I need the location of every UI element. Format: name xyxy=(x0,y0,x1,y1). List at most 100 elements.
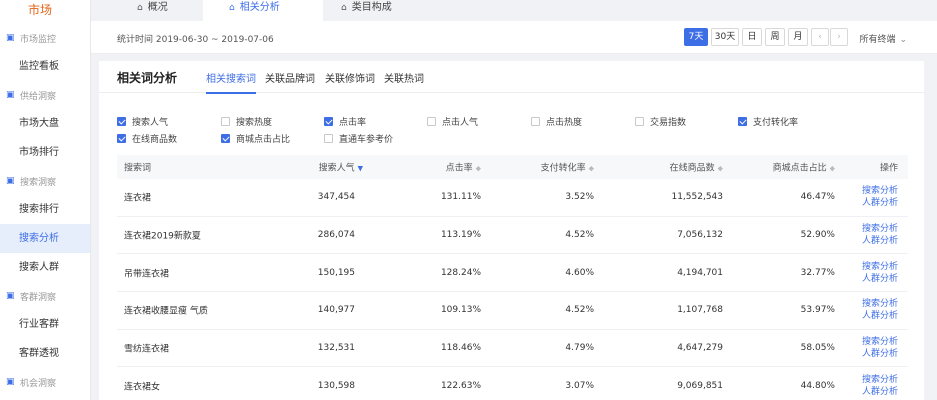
column-header[interactable]: 支付转化率 ◆ xyxy=(541,161,594,174)
date-range-label: 统计时间 2019-06-30 ~ 2019-07-06 xyxy=(117,35,274,45)
terminal-select[interactable]: 所有终端 ⌄ xyxy=(859,32,907,45)
row-actions: 搜索分析 人群分析 xyxy=(862,336,898,360)
sidebar-item[interactable]: 市场大盘 xyxy=(0,109,90,138)
sort-icon[interactable]: ◆ xyxy=(718,165,723,173)
opportunity-icon: ▣ xyxy=(6,376,15,387)
metric-cell: 131.11% xyxy=(440,192,481,203)
metric-cell: 44.80% xyxy=(800,380,835,391)
metric-checkbox[interactable]: 在线商品数 xyxy=(117,132,177,145)
checkbox-box xyxy=(221,134,230,143)
crowd-analysis-link[interactable]: 人群分析 xyxy=(862,310,898,322)
tab-related-modifier-words[interactable]: 关联修饰词 xyxy=(325,70,375,92)
home-icon: ⌂ xyxy=(229,3,235,13)
sort-icon[interactable]: ◆ xyxy=(476,165,481,173)
checkbox-box xyxy=(324,117,333,126)
checkbox-box xyxy=(738,117,747,126)
tab-related-brand-words[interactable]: 关联品牌词 xyxy=(265,70,315,92)
sidebar-item[interactable]: 行业客群 xyxy=(0,310,90,339)
search-analysis-link[interactable]: 搜索分析 xyxy=(862,298,898,310)
metric-checkbox[interactable]: 搜索人气 xyxy=(117,115,168,128)
metric-checkbox[interactable]: 支付转化率 xyxy=(738,115,798,128)
metric-cell: 113.19% xyxy=(440,230,481,241)
checkbox-box xyxy=(531,117,540,126)
metric-cell: 130,598 xyxy=(317,380,355,391)
crowd-icon: ▣ xyxy=(6,290,15,301)
sidebar-group-label: ▣ 市场监控 xyxy=(6,32,57,45)
metric-cell: 4.79% xyxy=(565,343,594,354)
sidebar-group-label: ▣ 机会洞察 xyxy=(6,376,57,389)
range-7-days-button[interactable]: 7天 xyxy=(684,28,708,46)
sidebar-brand: 市场 xyxy=(28,3,53,17)
sidebar-item[interactable]: 市场排行 xyxy=(0,138,90,167)
tab-overview[interactable]: ⌂ 概况 xyxy=(137,0,168,21)
monitor-icon: ▣ xyxy=(6,32,15,43)
search-analysis-link[interactable]: 搜索分析 xyxy=(862,185,898,197)
column-header[interactable]: 搜索人气 ▼ xyxy=(319,161,363,174)
checkbox-box xyxy=(221,117,230,126)
sidebar-group-label: ▣ 供给洞察 xyxy=(6,89,57,102)
crowd-analysis-link[interactable]: 人群分析 xyxy=(862,235,898,247)
metric-cell: 3.07% xyxy=(565,380,594,391)
related-words-panel: 相关词分析 相关搜索词 关联品牌词 关联修饰词 关联热词 搜索人气 搜索热度 点击率… xyxy=(99,61,924,400)
prev-period-button[interactable]: ‹ xyxy=(811,28,829,46)
search-word-cell: 雪纺连衣裙 xyxy=(124,344,170,355)
tab-category-composition[interactable]: ⌂ 类目构成 xyxy=(341,0,392,21)
metric-cell: 118.46% xyxy=(440,343,481,354)
home-icon: ⌂ xyxy=(341,3,347,13)
crowd-analysis-link[interactable]: 人群分析 xyxy=(862,386,898,398)
search-word-cell: 连衣裙收腰显瘦 气质 xyxy=(124,306,208,317)
table-row: 雪纺连衣裙 132,531 118.46% 4.79% 4,647,279 58.05% 搜… xyxy=(117,330,908,368)
metric-checkbox[interactable]: 点击热度 xyxy=(531,115,582,128)
range-day-button[interactable]: 日 xyxy=(742,28,762,46)
related-words-table: 搜索词 搜索人气 ▼ 点击率 ◆ 支付转化率 ◆ 在线商品数 ◆ 商城点击占比 ◆ 操作 连衣裙 347… xyxy=(117,155,908,400)
row-actions: 搜索分析 人群分析 xyxy=(862,223,898,247)
column-header[interactable]: 在线商品数 ◆ xyxy=(670,161,723,174)
tab-related-search-words[interactable]: 相关搜索词 xyxy=(206,70,256,94)
metric-cell: 4.52% xyxy=(565,230,594,241)
home-icon: ⌂ xyxy=(137,3,143,13)
metric-cell: 140,977 xyxy=(317,305,355,316)
sort-icon[interactable]: ◆ xyxy=(589,165,594,173)
search-analysis-link[interactable]: 搜索分析 xyxy=(862,261,898,273)
sidebar-item[interactable]: 搜索分析 xyxy=(0,224,90,253)
metric-cell: 58.05% xyxy=(800,343,835,354)
metric-cell: 4.52% xyxy=(565,305,594,316)
sidebar-item[interactable]: 搜索人群 xyxy=(0,253,90,282)
panel-title: 相关词分析 xyxy=(117,71,178,85)
search-analysis-link[interactable]: 搜索分析 xyxy=(862,336,898,348)
crowd-analysis-link[interactable]: 人群分析 xyxy=(862,273,898,285)
metric-cell: 347,454 xyxy=(317,192,355,203)
metric-checkbox[interactable]: 点击人气 xyxy=(427,115,478,128)
search-analysis-link[interactable]: 搜索分析 xyxy=(862,223,898,235)
metric-cell: 7,056,132 xyxy=(677,230,723,241)
tab-related-hot-words[interactable]: 关联热词 xyxy=(384,70,424,92)
row-actions: 搜索分析 人群分析 xyxy=(862,298,898,322)
range-week-button[interactable]: 周 xyxy=(765,28,785,46)
metric-checkbox[interactable]: 交易指数 xyxy=(635,115,686,128)
metric-cell: 46.47% xyxy=(800,192,835,203)
sort-desc-icon[interactable]: ▼ xyxy=(358,165,363,173)
tab-related-analysis[interactable]: ⌂ 相关分析 xyxy=(229,0,280,21)
metric-checkbox[interactable]: 点击率 xyxy=(324,115,366,128)
range-month-button[interactable]: 月 xyxy=(788,28,808,46)
sidebar-item[interactable]: 客群透视 xyxy=(0,339,90,368)
crowd-analysis-link[interactable]: 人群分析 xyxy=(862,348,898,360)
sort-icon[interactable]: ◆ xyxy=(830,165,835,173)
crowd-analysis-link[interactable]: 人群分析 xyxy=(862,197,898,209)
table-row: 连衣裙女 130,598 122.63% 3.07% 9,069,851 44.80% 搜索… xyxy=(117,367,908,400)
metric-cell: 52.90% xyxy=(800,230,835,241)
search-word-cell: 连衣裙 xyxy=(124,193,152,204)
metric-checkbox[interactable]: 直通车参考价 xyxy=(324,132,393,145)
range-30-days-button[interactable]: 30天 xyxy=(711,28,739,46)
sidebar-item[interactable]: 监控看板 xyxy=(0,52,90,81)
metric-checkbox[interactable]: 搜索热度 xyxy=(221,115,272,128)
chevron-down-icon: ⌄ xyxy=(899,35,907,45)
metric-checkbox[interactable]: 商城点击占比 xyxy=(221,132,290,145)
column-header[interactable]: 商城点击占比 ◆ xyxy=(773,161,835,174)
next-period-button[interactable]: › xyxy=(830,28,848,46)
metric-cell: 11,552,543 xyxy=(671,192,723,203)
sidebar-item[interactable]: 搜索排行 xyxy=(0,195,90,224)
metric-cell: 1,107,768 xyxy=(677,305,723,316)
search-analysis-link[interactable]: 搜索分析 xyxy=(862,374,898,386)
column-header[interactable]: 点击率 ◆ xyxy=(446,161,481,174)
